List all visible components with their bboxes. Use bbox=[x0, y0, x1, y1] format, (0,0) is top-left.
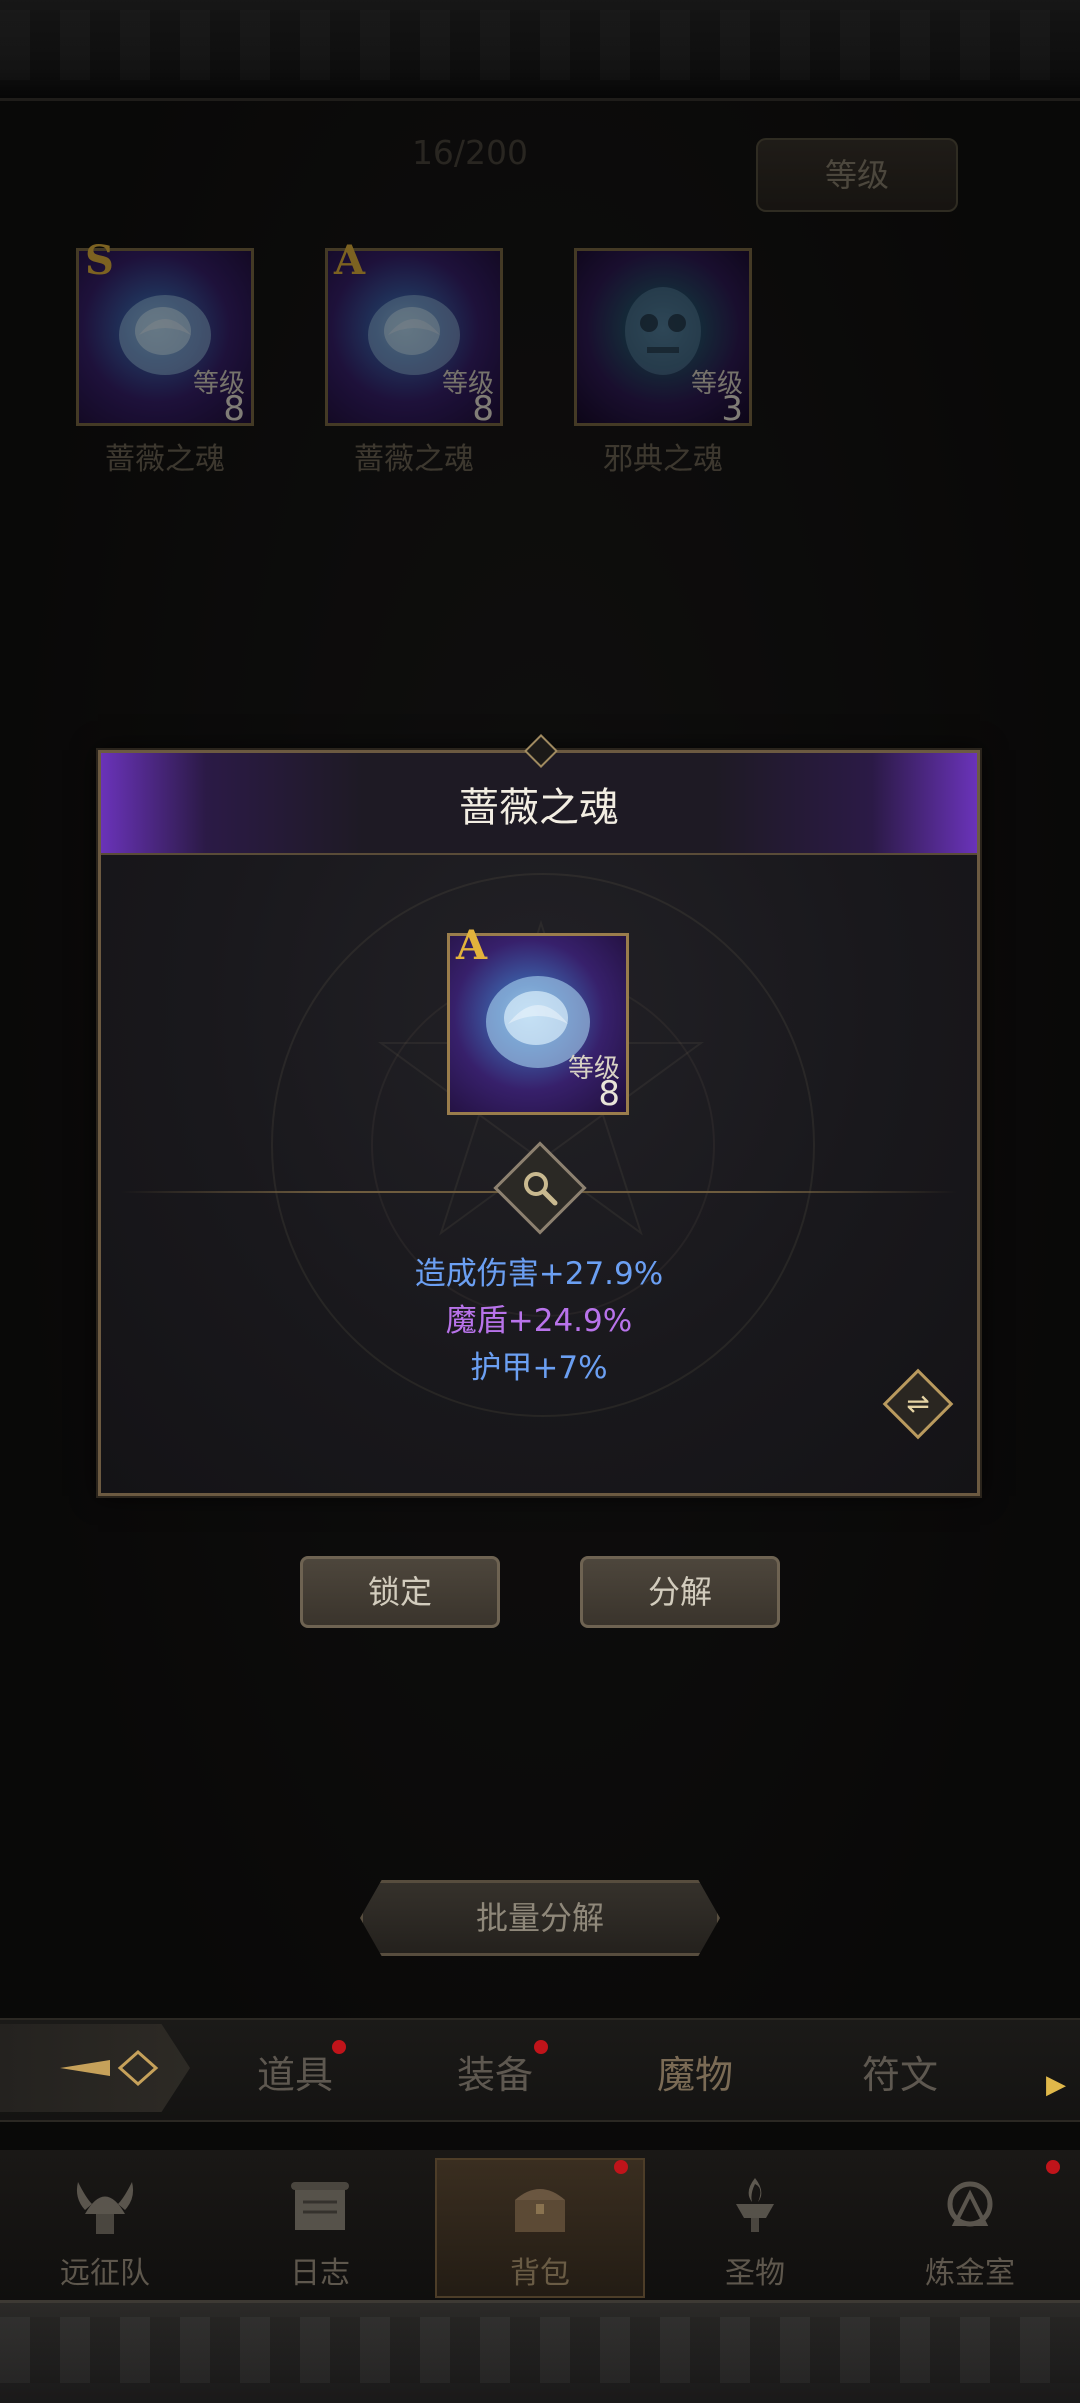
dismantle-button[interactable]: 分解 bbox=[580, 1556, 780, 1628]
nav-label: 背包 bbox=[510, 2256, 570, 2291]
item-name: 邪典之魂 bbox=[603, 442, 723, 477]
inventory-item[interactable]: A 等级 8 蔷薇之魂 bbox=[325, 237, 503, 478]
tab-runes[interactable]: 符文 bbox=[830, 2044, 970, 2099]
level-value: 8 bbox=[598, 1074, 620, 1114]
item-name: 蔷薇之魂 bbox=[105, 442, 225, 477]
inventory-item[interactable]: 等级 3 邪典之魂 bbox=[574, 248, 752, 478]
sort-by-level-button[interactable]: 等级 bbox=[756, 138, 958, 212]
level-value: 8 bbox=[223, 389, 245, 429]
brazier-icon bbox=[736, 2178, 774, 2232]
item-detail-dialog: 蔷薇之魂 A 等级 8 造成伤害+27.9% 魔盾+24.9% 护甲+7% ⇌ bbox=[98, 734, 980, 1496]
nav-relics[interactable]: 圣物 bbox=[650, 2160, 860, 2300]
stat-damage: 造成伤害+27.9% bbox=[414, 1256, 664, 1292]
back-arrow-icon bbox=[60, 2049, 159, 2087]
rank-badge: A bbox=[334, 237, 366, 284]
nav-label: 炼金室 bbox=[925, 2256, 1015, 2291]
viking-helmet-icon bbox=[76, 2182, 134, 2234]
tab-monsters[interactable]: 魔物 bbox=[625, 2044, 765, 2099]
cult-tome-soul-icon: 等级 3 bbox=[574, 248, 752, 429]
item-name: 蔷薇之魂 bbox=[354, 442, 474, 477]
swap-arrows-icon: ⇌ bbox=[906, 1387, 930, 1420]
rank-badge: S bbox=[85, 237, 114, 284]
nav-journal[interactable]: 日志 bbox=[215, 2160, 425, 2300]
tab-next-arrow-icon[interactable]: ▶ bbox=[1046, 2070, 1066, 2100]
rose-soul-icon: S 等级 8 bbox=[76, 237, 254, 429]
level-value: 8 bbox=[472, 389, 494, 429]
notification-dot bbox=[1046, 2160, 1060, 2174]
rank-badge: A bbox=[456, 922, 488, 969]
nav-expedition[interactable]: 远征队 bbox=[0, 2160, 210, 2300]
inventory-count: 16/200 bbox=[411, 133, 529, 172]
tab-items[interactable]: 道具 bbox=[225, 2044, 365, 2099]
alchemy-icon bbox=[947, 2181, 993, 2227]
level-value: 3 bbox=[721, 389, 743, 429]
nav-label: 圣物 bbox=[725, 2256, 785, 2291]
notification-dot bbox=[534, 2040, 548, 2054]
top-frame bbox=[0, 0, 1080, 101]
stat-armor: 护甲+7% bbox=[470, 1350, 608, 1386]
nav-alchemy[interactable]: 炼金室 bbox=[865, 2160, 1075, 2300]
magnifier-icon bbox=[524, 1172, 558, 1206]
lock-button[interactable]: 锁定 bbox=[300, 1556, 500, 1628]
rose-soul-icon: A 等级 8 bbox=[447, 922, 629, 1115]
notification-dot bbox=[332, 2040, 346, 2054]
nav-backpack[interactable]: 背包 bbox=[435, 2158, 645, 2298]
stat-magic-shield: 魔盾+24.9% bbox=[445, 1303, 633, 1339]
scroll-icon bbox=[291, 2182, 349, 2230]
bulk-dismantle-button[interactable]: 批量分解 bbox=[360, 1880, 720, 1956]
nav-label: 远征队 bbox=[60, 2256, 150, 2291]
nav-label: 日志 bbox=[290, 2256, 350, 2291]
rose-soul-icon: A 等级 8 bbox=[325, 237, 503, 429]
notification-dot bbox=[614, 2160, 628, 2174]
selected-item: A 等级 8 bbox=[447, 922, 629, 1115]
treasure-chest-icon bbox=[515, 2189, 565, 2232]
stat-list: 造成伤害+27.9% 魔盾+24.9% 护甲+7% bbox=[101, 1251, 977, 1392]
bottom-frame bbox=[0, 2300, 1080, 2403]
inventory-item[interactable]: S 等级 8 蔷薇之魂 bbox=[76, 237, 254, 478]
tab-back-button[interactable] bbox=[0, 2024, 190, 2112]
dialog-title: 蔷薇之魂 bbox=[459, 785, 619, 831]
